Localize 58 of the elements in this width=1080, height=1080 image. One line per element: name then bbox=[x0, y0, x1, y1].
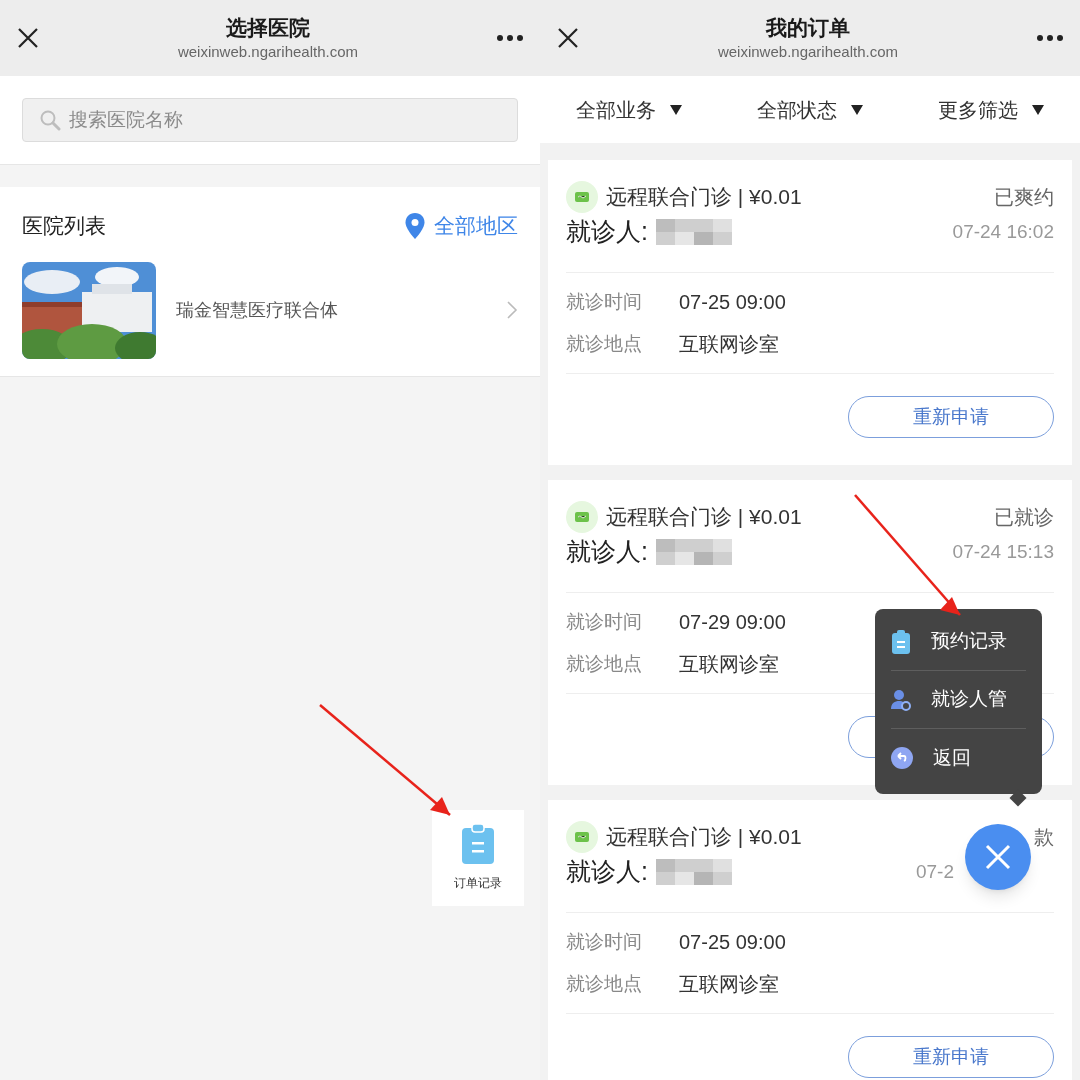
field-value: 07-25 09:00 bbox=[679, 930, 786, 955]
filter-dropdown[interactable]: 全部状态 bbox=[757, 94, 863, 125]
more-icon bbox=[496, 34, 524, 42]
region-filter[interactable]: 全部地区 bbox=[404, 210, 518, 242]
order-records-button[interactable]: 订单记录 bbox=[432, 810, 524, 906]
order-time: 07-24 15:13 bbox=[952, 539, 1054, 564]
caret-down-icon bbox=[1032, 104, 1044, 115]
back-icon bbox=[891, 747, 913, 769]
chevron-right-icon bbox=[506, 300, 518, 320]
close-icon bbox=[16, 26, 40, 50]
hospital-name: 瑞金智慧医疗联合体 bbox=[176, 298, 339, 322]
field-label: 就诊地点 bbox=[566, 651, 643, 676]
service-icon bbox=[566, 501, 598, 533]
field-value: 互联网诊室 bbox=[679, 972, 779, 997]
field-label: 就诊时间 bbox=[566, 609, 643, 634]
order-time: 07-24 16:02 bbox=[952, 219, 1054, 244]
close-icon bbox=[556, 26, 580, 50]
page-title: 我的订单 bbox=[766, 15, 850, 41]
field-value: 互联网诊室 bbox=[679, 652, 779, 677]
field-value: 07-25 09:00 bbox=[679, 290, 786, 315]
caret-down-icon bbox=[670, 104, 682, 115]
field-value: 07-29 09:00 bbox=[679, 610, 786, 635]
close-icon bbox=[985, 844, 1011, 870]
clipboard-icon bbox=[891, 629, 911, 654]
more-icon bbox=[1036, 34, 1064, 42]
order-time: 07-2 bbox=[915, 859, 955, 884]
field-label: 就诊地点 bbox=[566, 971, 643, 996]
hospital-row[interactable]: 瑞金智慧医疗联合体 bbox=[22, 261, 518, 359]
field-label: 就诊时间 bbox=[566, 289, 643, 314]
field-label: 就诊时间 bbox=[566, 929, 643, 954]
order-status: 已就诊 bbox=[994, 505, 1054, 530]
service-name: 远程联合门诊 | ¥0.01 bbox=[606, 824, 802, 851]
patient-label: 就诊人: bbox=[566, 856, 648, 888]
menu-item[interactable]: 预约记录 bbox=[891, 613, 1026, 671]
filter-dropdown[interactable]: 全部业务 bbox=[576, 94, 682, 125]
service-name: 远程联合门诊 | ¥0.01 bbox=[606, 504, 802, 531]
field-value: 互联网诊室 bbox=[679, 332, 779, 357]
clipboard-icon bbox=[462, 824, 494, 864]
menu-item[interactable]: 就诊人管 bbox=[891, 671, 1026, 729]
field-label: 就诊地点 bbox=[566, 331, 643, 356]
service-icon bbox=[566, 821, 598, 853]
service-name: 远程联合门诊 | ¥0.01 bbox=[606, 184, 802, 211]
order-status: 款 bbox=[1034, 825, 1054, 850]
location-pin-icon bbox=[404, 212, 426, 240]
person-icon bbox=[891, 688, 911, 711]
caret-down-icon bbox=[851, 104, 863, 115]
search-field[interactable]: 搜索医院名称 bbox=[22, 98, 518, 142]
search-icon bbox=[39, 109, 61, 131]
menu-item[interactable]: 返回 bbox=[891, 729, 1026, 787]
patient-label: 就诊人: bbox=[566, 216, 648, 248]
page-url: weixinweb.ngarihealth.com bbox=[717, 42, 899, 62]
service-icon bbox=[566, 181, 598, 213]
order-status: 已爽约 bbox=[994, 185, 1054, 210]
section-title: 医院列表 bbox=[22, 213, 106, 240]
page-title: 选择医院 bbox=[226, 15, 310, 41]
filter-dropdown[interactable]: 更多筛选 bbox=[938, 94, 1044, 125]
patient-label: 就诊人: bbox=[566, 536, 648, 568]
page-url: weixinweb.ngarihealth.com bbox=[177, 42, 359, 62]
